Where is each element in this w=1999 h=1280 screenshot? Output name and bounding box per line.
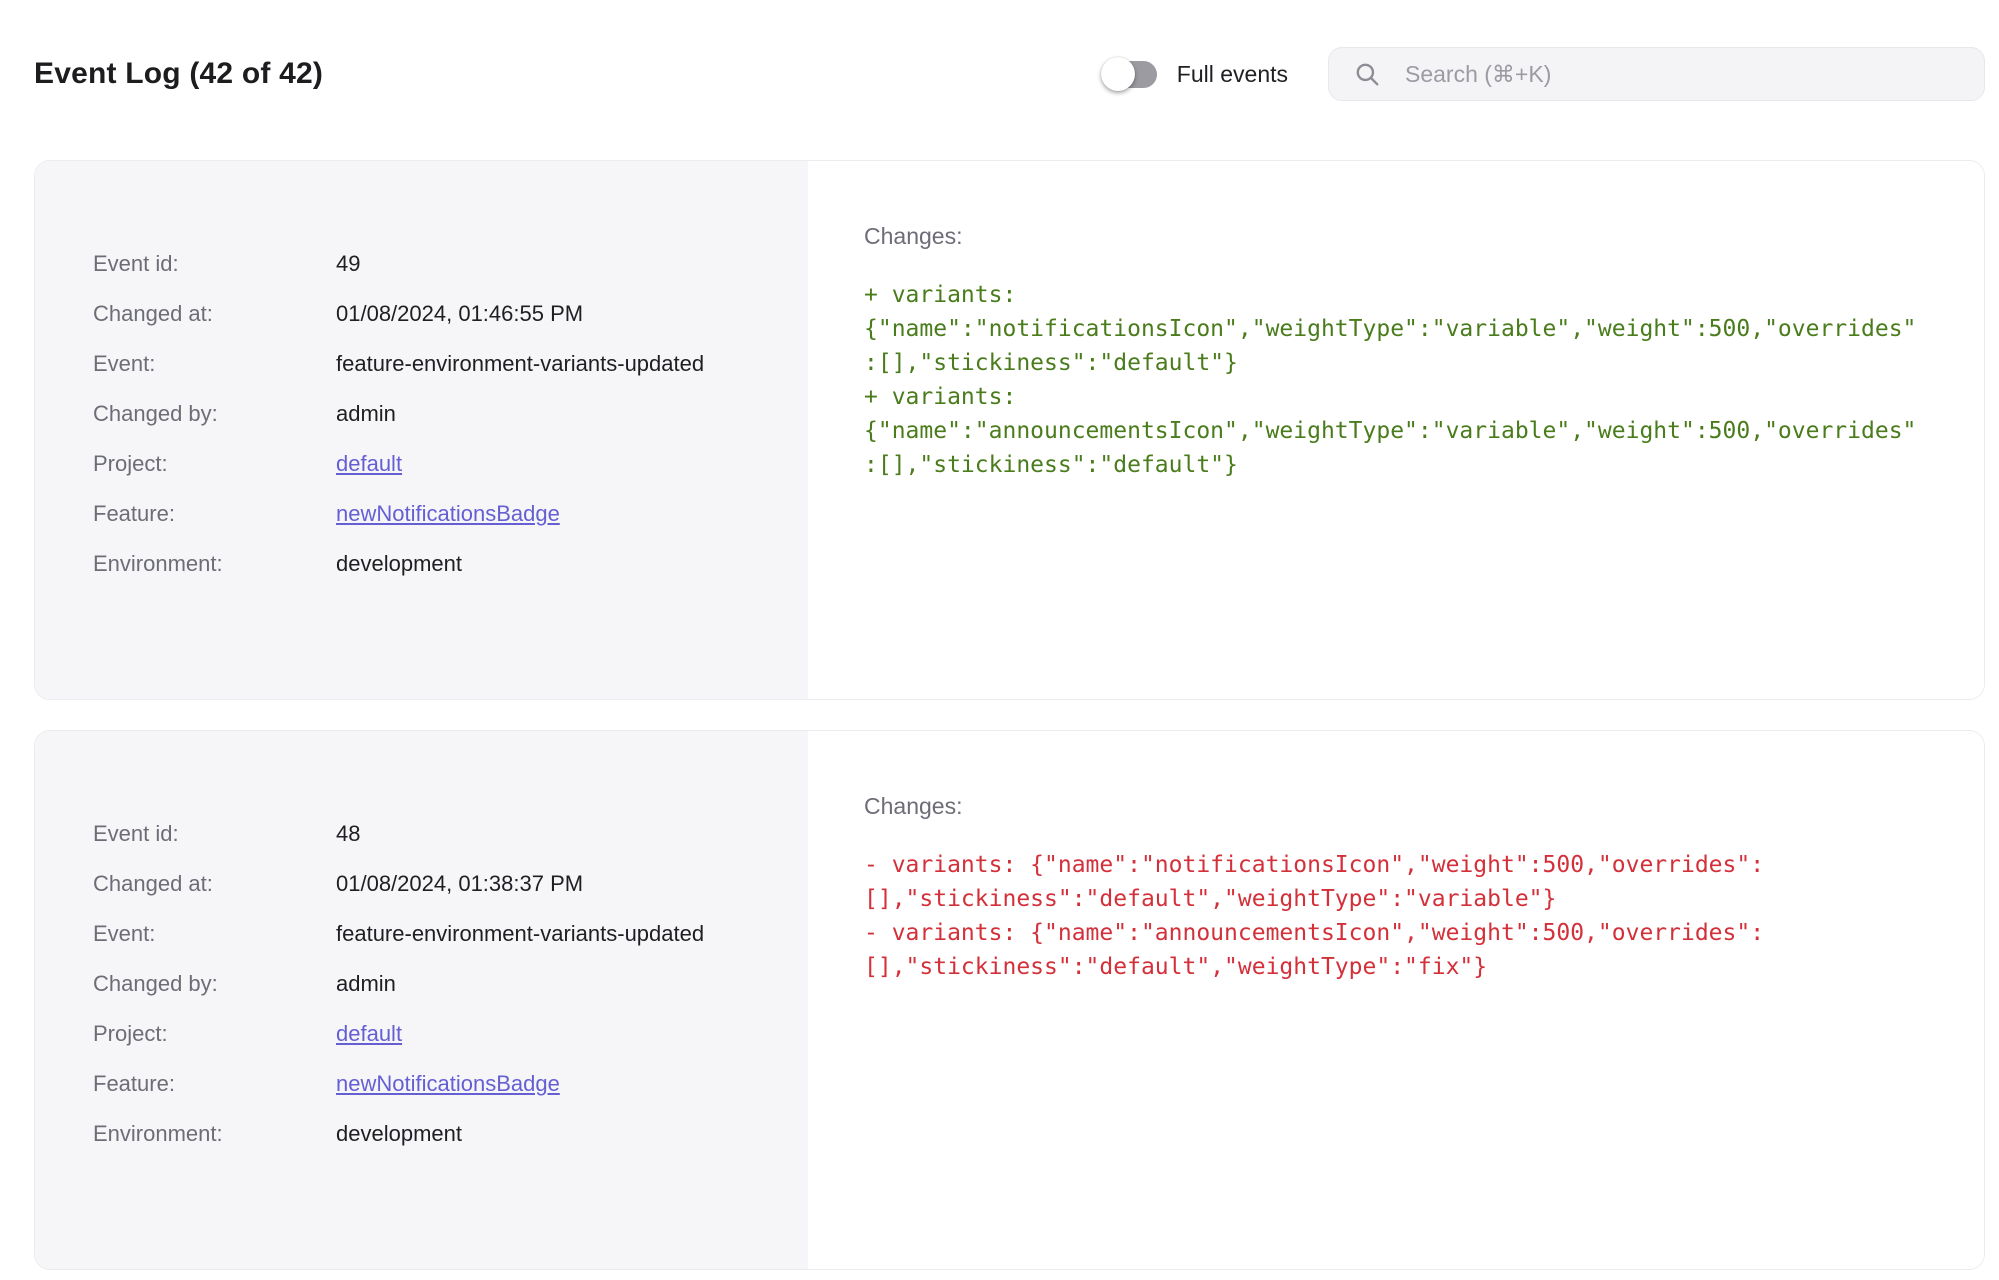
field-label: Event id: <box>93 821 179 846</box>
field-row-project: Project: default <box>93 445 768 482</box>
diff-removed: - variants: {"name":"notificationsIcon",… <box>864 852 1765 980</box>
field-label: Changed by: <box>93 971 218 996</box>
field-row-changed-at: Changed at: 01/08/2024, 01:46:55 PM <box>93 295 768 332</box>
field-row-event-id: Event id: 49 <box>93 245 768 282</box>
field-label: Environment: <box>93 551 223 576</box>
field-row-changed-by: Changed by: admin <box>93 965 768 1002</box>
field-row-environment: Environment: development <box>93 1115 768 1152</box>
page-header: Event Log (42 of 42) Full events <box>34 46 1985 102</box>
field-label: Feature: <box>93 501 175 526</box>
toggle-thumb <box>1100 57 1135 91</box>
event-meta-panel: Event id: 48 Changed at: 01/08/2024, 01:… <box>35 731 808 1269</box>
field-value: admin <box>336 971 396 996</box>
field-value: admin <box>336 401 396 426</box>
page-title: Event Log (42 of 42) <box>34 57 324 90</box>
field-row-changed-at: Changed at: 01/08/2024, 01:38:37 PM <box>93 865 768 902</box>
field-value: development <box>336 1121 462 1146</box>
diff-added: + variants: {"name":"notificationsIcon",… <box>864 282 1917 478</box>
field-value: 01/08/2024, 01:38:37 PM <box>336 871 584 896</box>
field-value: 49 <box>336 251 361 276</box>
header-controls: Full events <box>1100 47 1985 101</box>
field-row-changed-by: Changed by: admin <box>93 395 768 432</box>
full-events-label: Full events <box>1176 60 1288 87</box>
event-changes-panel: Changes: - variants: {"name":"notificati… <box>808 731 1984 1269</box>
event-changes-panel: Changes: + variants: {"name":"notificati… <box>808 161 1984 699</box>
project-link[interactable]: default <box>336 451 402 476</box>
field-value: 01/08/2024, 01:46:55 PM <box>336 301 584 326</box>
search-input[interactable] <box>1328 47 1985 101</box>
feature-link[interactable]: newNotificationsBadge <box>336 1071 560 1096</box>
field-row-feature: Feature: newNotificationsBadge <box>93 1065 768 1102</box>
field-label: Environment: <box>93 1121 223 1146</box>
field-label: Event: <box>93 351 156 376</box>
field-value: 48 <box>336 821 361 846</box>
full-events-toggle[interactable] <box>1100 57 1159 91</box>
event-card: Event id: 49 Changed at: 01/08/2024, 01:… <box>34 160 1985 700</box>
field-label: Changed by: <box>93 401 218 426</box>
field-value: development <box>336 551 462 576</box>
field-label: Project: <box>93 1021 168 1046</box>
field-label: Project: <box>93 451 168 476</box>
field-label: Feature: <box>93 1071 175 1096</box>
field-label: Event id: <box>93 251 179 276</box>
field-row-event-id: Event id: 48 <box>93 815 768 852</box>
event-log-page: Event Log (42 of 42) Full events Event i… <box>0 0 1999 1270</box>
event-card: Event id: 48 Changed at: 01/08/2024, 01:… <box>34 730 1985 1270</box>
field-row-feature: Feature: newNotificationsBadge <box>93 495 768 532</box>
field-row-environment: Environment: development <box>93 545 768 582</box>
field-value: feature-environment-variants-updated <box>336 921 705 946</box>
event-meta-panel: Event id: 49 Changed at: 01/08/2024, 01:… <box>35 161 808 699</box>
changes-heading: Changes: <box>864 223 963 249</box>
field-row-event-type: Event: feature-environment-variants-upda… <box>93 345 768 382</box>
field-row-event-type: Event: feature-environment-variants-upda… <box>93 915 768 952</box>
field-row-project: Project: default <box>93 1015 768 1052</box>
search-box <box>1328 47 1985 101</box>
project-link[interactable]: default <box>336 1021 402 1046</box>
field-label: Changed at: <box>93 871 213 896</box>
field-value: feature-environment-variants-updated <box>336 351 705 376</box>
field-label: Event: <box>93 921 156 946</box>
feature-link[interactable]: newNotificationsBadge <box>336 501 560 526</box>
field-label: Changed at: <box>93 301 213 326</box>
changes-heading: Changes: <box>864 793 963 819</box>
